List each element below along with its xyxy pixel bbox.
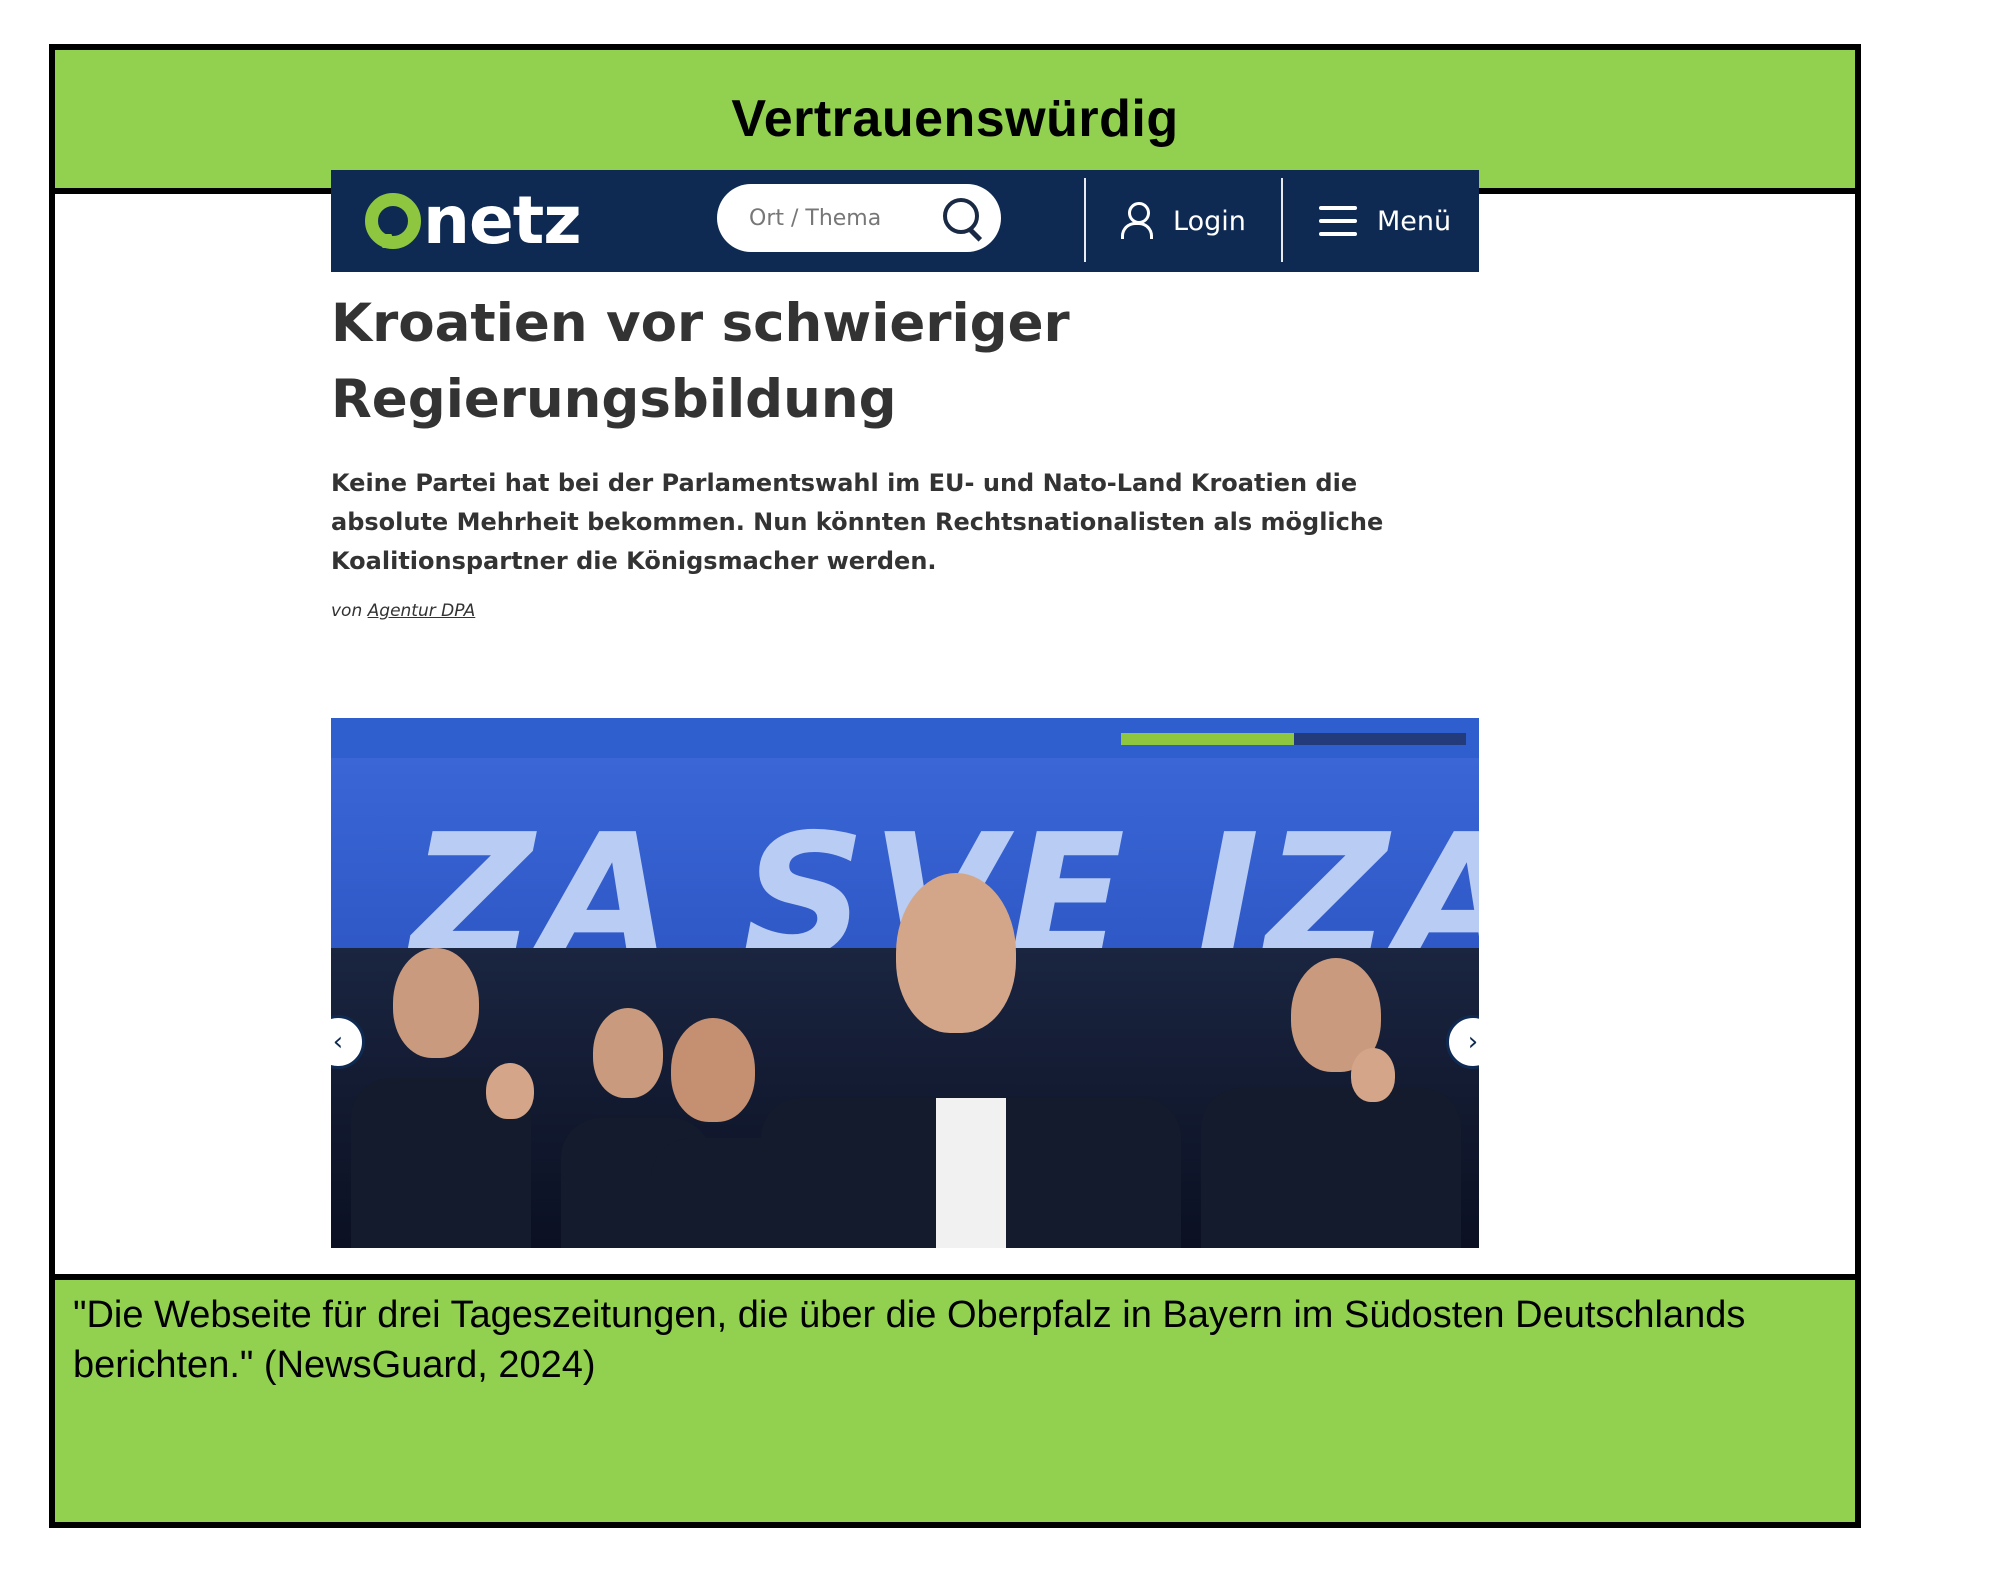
image-gallery[interactable]: ZA SVE IZA Z ‹ › <box>331 718 1479 1248</box>
login-label: Login <box>1173 205 1246 237</box>
website-screenshot: netz Ort / Thema Login Menü Kroatien vor… <box>331 170 1479 1248</box>
article-byline: von Agentur DPA <box>331 601 1479 621</box>
navbar-divider <box>1281 178 1283 262</box>
gallery-progress-fill <box>1121 733 1294 745</box>
search-placeholder: Ort / Thema <box>749 205 882 231</box>
photo-figure <box>1351 1048 1395 1102</box>
description-banner: "Die Webseite für drei Tageszeitungen, d… <box>55 1274 1855 1522</box>
menu-label: Menü <box>1377 205 1452 237</box>
photo-figure <box>593 1008 663 1098</box>
search-input[interactable]: Ort / Thema <box>717 184 1001 252</box>
article-lead: Keine Partei hat bei der Parlamentswahl … <box>331 469 1384 575</box>
photo-figure <box>486 1063 534 1119</box>
navbar-divider <box>1084 178 1086 262</box>
hamburger-icon <box>1319 206 1357 236</box>
logo-text: netz <box>423 182 582 259</box>
photo-figure <box>1201 1088 1461 1248</box>
login-button[interactable]: Login <box>1121 194 1246 248</box>
photo-figure <box>896 873 1016 1033</box>
search-icon[interactable] <box>941 196 985 242</box>
menu-button[interactable]: Menü <box>1319 194 1451 248</box>
photo-figure <box>671 1018 755 1122</box>
logo-o-icon <box>365 193 421 249</box>
site-navbar: netz Ort / Thema Login Menü <box>331 170 1479 272</box>
description-quote: "Die Webseite für drei Tageszeitungen, d… <box>73 1294 1746 1386</box>
article-headline: Kroatien vor schwieriger Regierungsbildu… <box>331 293 1070 430</box>
gallery-progress-bar <box>1121 733 1466 745</box>
verdict-title: Vertrauenswürdig <box>731 90 1179 148</box>
photo-figure <box>393 948 479 1058</box>
byline-author-link[interactable]: Agentur DPA <box>368 601 476 621</box>
byline-prefix: von <box>331 601 363 621</box>
photo-figure <box>936 1098 1006 1248</box>
site-logo[interactable]: netz <box>365 182 582 259</box>
user-icon <box>1121 202 1153 240</box>
